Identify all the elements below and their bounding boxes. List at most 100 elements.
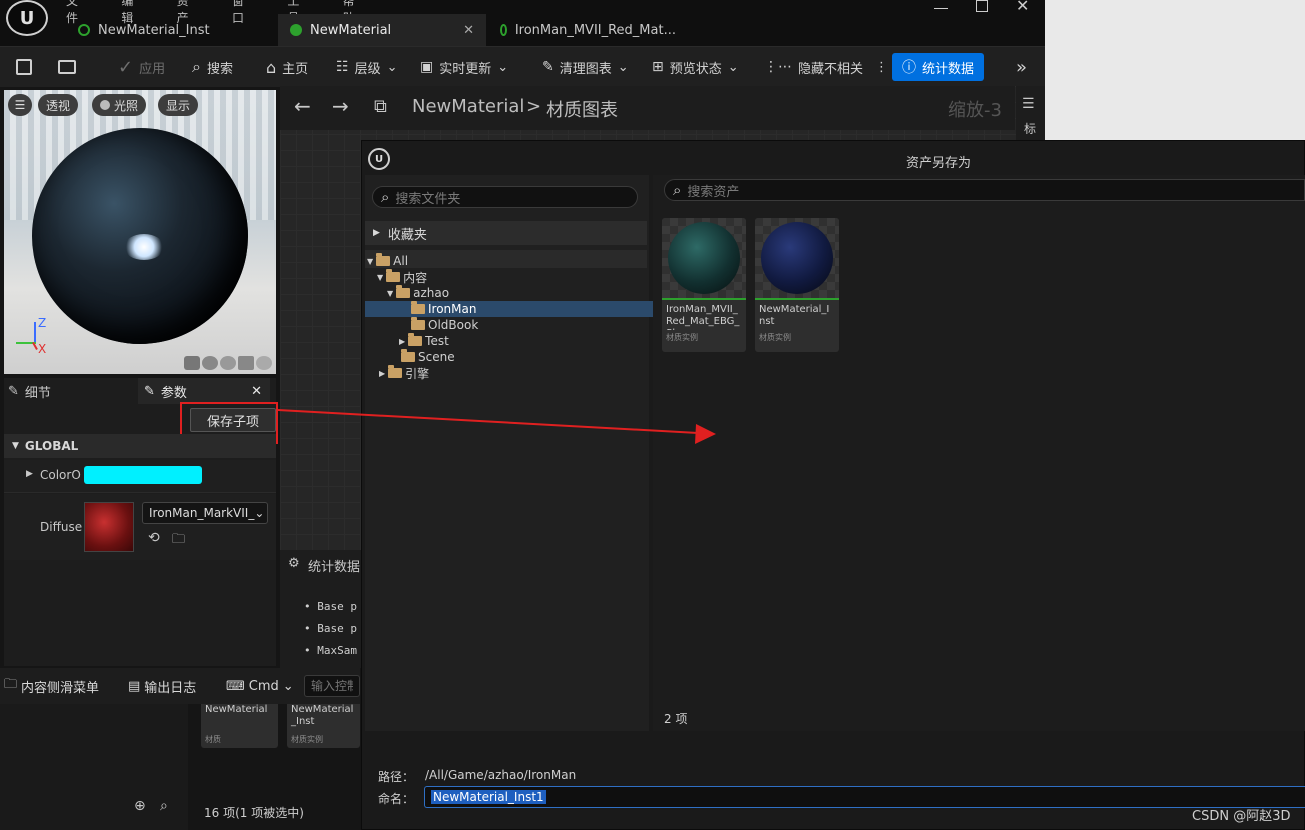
texture-select[interactable]: IronMan_MarkVII_ ⌄ <box>142 502 268 524</box>
console-input[interactable] <box>304 675 360 697</box>
live-update-button[interactable]: ▣ 实时更新 ⌄ <box>420 47 508 87</box>
maximize-button[interactable] <box>976 0 988 12</box>
menu-help[interactable]: 帮助 <box>343 0 366 25</box>
tab-ironman-mat[interactable]: IronMan_MVII_Red_Mat... <box>488 14 688 46</box>
zoom-level: 缩放-3 <box>948 100 1002 121</box>
tree-item-oldbook[interactable]: OldBook <box>365 317 693 333</box>
texture-thumbnail[interactable] <box>84 502 134 552</box>
breadcrumb-section[interactable]: 材质图表 <box>546 96 618 122</box>
home-label: 主页 <box>282 61 309 77</box>
plane-icon[interactable] <box>220 356 236 370</box>
apply-button[interactable]: ✓ 应用 <box>118 47 165 87</box>
cb-asset-tile[interactable]: NewMaterial_Inst 材质实例 <box>287 704 360 748</box>
teapot-icon[interactable] <box>256 356 272 370</box>
hide-unrelated-button[interactable]: ⋮⋯ 隐藏不相关 ⋮ <box>764 47 888 87</box>
material-preview-viewport[interactable]: ☰ 透视 光照 显示 Z X <box>4 90 276 374</box>
expand-toolbar-icon[interactable]: » <box>1016 47 1027 87</box>
chevron-down-icon: ⌄ <box>254 506 265 520</box>
menu-tools[interactable]: 工具 <box>287 0 310 25</box>
viewport-menu-button[interactable]: ☰ <box>8 94 32 116</box>
asset-name-input[interactable]: NewMaterial_Inst1 <box>424 786 1305 808</box>
unreal-logo[interactable]: U <box>6 0 48 36</box>
hierarchy-button[interactable]: ☷ 层级 ⌄ <box>336 47 397 87</box>
close-window-button[interactable]: ✕ <box>1016 0 1029 15</box>
menu-window[interactable]: 窗口 <box>232 0 255 25</box>
close-tab-icon[interactable]: ✕ <box>251 384 262 399</box>
tree-item-engine[interactable]: ▶ 引擎 <box>365 365 661 381</box>
search-button[interactable]: ⌕ 搜索 <box>192 47 233 87</box>
tree-item-ironman[interactable]: IronMan <box>365 301 693 317</box>
tree-item-scene[interactable]: Scene <box>365 349 683 365</box>
preview-state-button[interactable]: ⊞ 预览状态 ⌄ <box>652 47 739 87</box>
tree-item-test[interactable]: ▶ Test <box>365 333 681 349</box>
tree-label: Test <box>425 334 449 348</box>
browse-button[interactable] <box>58 47 76 87</box>
cube-icon[interactable] <box>238 356 254 370</box>
sphere-icon[interactable] <box>202 356 218 370</box>
asset-tile-newmaterial-inst[interactable]: NewMaterial_Inst 材质实例 <box>755 218 839 352</box>
tab-params[interactable]: ✎ 参数 ✕ <box>138 378 270 404</box>
close-tab-icon[interactable]: ✕ <box>463 23 474 38</box>
save-button[interactable] <box>16 47 32 87</box>
menu-edit[interactable]: 编辑 <box>121 0 144 25</box>
asset-tile-ironman-mat[interactable]: IronMan_MVII_Red_Mat_EBG_Sha... 材质实例 <box>662 218 746 352</box>
tab-newmaterial[interactable]: NewMaterial ✕ <box>278 14 486 46</box>
home-icon: ⌂ <box>266 57 277 77</box>
chevron-down-icon: ⌄ <box>727 59 739 75</box>
more-options-icon[interactable]: ⋮ <box>875 60 888 75</box>
background-window <box>1045 0 1305 140</box>
clean-graph-button[interactable]: ✎ 清理图表 ⌄ <box>542 47 629 87</box>
expand-arrow-icon[interactable]: ▶ <box>26 469 33 479</box>
search-folders-input[interactable]: ⌕ 搜索文件夹 <box>372 186 638 208</box>
tab-details[interactable]: ✎ 细节 <box>8 382 51 401</box>
stats-icon: ⚙ <box>288 556 300 571</box>
red-arrow-annotation <box>277 409 716 444</box>
show-button[interactable]: 显示 <box>158 94 199 116</box>
browse-asset-icon[interactable]: 🗀 <box>172 530 185 552</box>
breadcrumb-asset[interactable]: NewMaterial <box>412 96 524 117</box>
tree-item-content[interactable]: ▼ 内容 <box>365 269 659 285</box>
forward-arrow-icon[interactable]: → <box>332 94 349 118</box>
menu-file[interactable]: 文件 <box>66 0 89 25</box>
add-icon[interactable]: ⊕ <box>134 798 146 814</box>
lighting-button[interactable]: 光照 <box>92 94 147 116</box>
stats-line: • MaxSam <box>304 644 357 657</box>
content-drawer-button[interactable]: 🗀 内容侧滑菜单 <box>4 668 99 704</box>
reset-arrow-icon[interactable]: ⟲ <box>148 530 160 546</box>
tree-item-all[interactable]: ▼ All <box>365 253 649 269</box>
tab-details-label: 细节 <box>24 386 51 401</box>
preview-state-label: 预览状态 <box>669 61 722 77</box>
lighting-label: 光照 <box>114 98 139 113</box>
color-swatch[interactable] <box>84 466 202 484</box>
expand-arrow-icon: ▶ <box>399 336 406 346</box>
chevron-down-icon: ⌄ <box>497 59 509 75</box>
output-log-label: 输出日志 <box>144 680 197 696</box>
search-icon[interactable]: ⌕ <box>160 798 168 814</box>
cylinder-icon[interactable] <box>184 356 200 370</box>
group-header-global[interactable]: ▼ GLOBAL <box>4 434 276 458</box>
tree-item-azhao[interactable]: ▼ azhao <box>365 285 669 301</box>
minimize-button[interactable] <box>934 0 948 9</box>
diffuse-param-label: Diffuse <box>40 520 83 534</box>
asset-type: 材质实例 <box>759 333 791 342</box>
perspective-button[interactable]: 透视 <box>38 94 79 116</box>
cmd-dropdown[interactable]: ⌨ Cmd ⌄ <box>226 668 294 704</box>
home-button[interactable]: ⌂ 主页 <box>266 47 308 87</box>
menu-asset[interactable]: 资产 <box>177 0 200 25</box>
stats-button[interactable]: ⓘ 统计数据 <box>892 53 985 81</box>
name-label: 命名： <box>378 792 415 806</box>
back-arrow-icon[interactable]: ← <box>294 94 311 118</box>
tab-newmaterial-inst[interactable]: NewMaterial_Inst <box>66 14 276 46</box>
stats-line-text: MaxSam <box>317 644 357 657</box>
hide-unrelated-label: 隐藏不相关 <box>798 61 864 77</box>
search-assets-input[interactable]: ⌕ 搜索资产 <box>664 179 1305 201</box>
favorites-header[interactable]: ▶ 收藏夹 <box>365 221 647 245</box>
material-instance-icon <box>500 24 507 36</box>
search-icon: ⌕ <box>381 188 390 206</box>
cb-asset-tile[interactable]: NewMaterial 材质 <box>201 704 278 748</box>
hierarchy-label: 层级 <box>354 61 381 77</box>
graph-breadcrumb-bar: ← → ⧉ NewMaterial > 材质图表 缩放-3 <box>280 86 1015 130</box>
output-log-button[interactable]: ▤ 输出日志 <box>128 668 196 704</box>
cb-asset-name: NewMaterial <box>205 704 268 715</box>
list-icon[interactable]: ☰ <box>1022 96 1035 112</box>
